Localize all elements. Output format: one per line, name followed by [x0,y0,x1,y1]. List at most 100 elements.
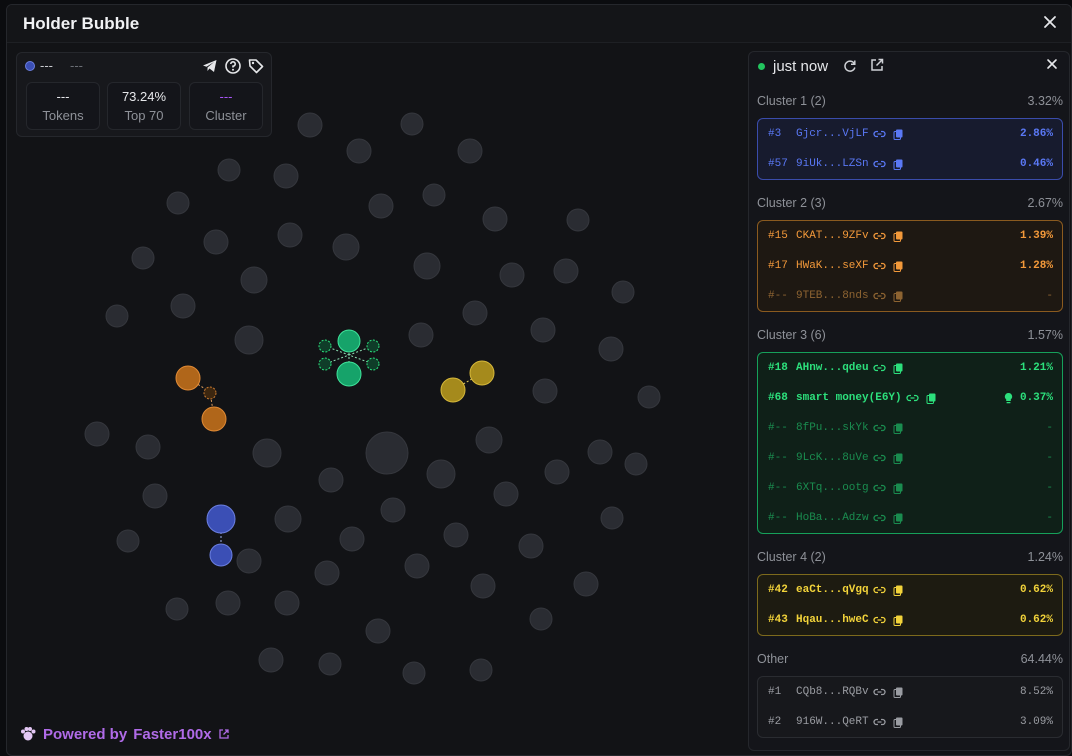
help-icon[interactable] [224,57,242,75]
holder-bubble[interactable] [380,497,406,523]
holder-address[interactable]: HoBa...Adzw [796,512,869,524]
holder-bubble[interactable] [215,590,241,616]
refresh-button[interactable] [842,58,858,74]
holder-bubble[interactable] [443,522,469,548]
holder-bubble[interactable] [529,607,553,631]
holder-bubble[interactable] [611,280,635,304]
holder-row[interactable]: #15 CKAT...9ZFv 1.39% [758,221,1062,251]
holder-bubble[interactable] [422,183,446,207]
holder-row[interactable]: #18 AHnw...qdeu 1.21% [758,353,1062,383]
link-icon[interactable] [873,362,886,374]
holder-bubble[interactable] [365,431,409,475]
link-icon[interactable] [873,614,886,626]
holder-bubble[interactable] [365,618,391,644]
copy-icon[interactable] [892,422,905,434]
holder-bubble[interactable] [426,459,456,489]
holder-bubble[interactable] [402,661,426,685]
holder-bubble[interactable] [413,252,441,280]
link-icon[interactable] [873,290,886,302]
holder-bubble[interactable] [135,434,161,460]
holder-bubble[interactable] [277,222,303,248]
holder-bubble[interactable] [297,112,323,138]
holder-bubble[interactable] [532,378,558,404]
holder-row[interactable]: #-- 6XTq...ootg - [758,473,1062,503]
copy-icon[interactable] [892,452,905,464]
holder-address[interactable]: 8fPu...skYk [796,422,869,434]
holder-bubble[interactable] [368,193,394,219]
holder-bubble[interactable] [234,325,264,355]
holder-bubble[interactable] [518,533,544,559]
holder-bubble[interactable] [170,293,196,319]
copy-icon[interactable] [892,230,905,242]
holder-bubble[interactable] [252,438,282,468]
cluster-2-bubbles[interactable] [175,365,227,432]
link-icon[interactable] [873,716,886,728]
holder-bubble[interactable] [404,553,430,579]
link-icon[interactable] [873,128,886,140]
close-panel-button[interactable] [1043,55,1061,78]
holder-bubble[interactable] [273,163,299,189]
link-icon[interactable] [873,512,886,524]
holder-row[interactable]: #42 eaCt...qVgq 0.62% [758,575,1062,605]
holder-address[interactable]: HWaK...seXF [796,260,869,272]
holder-bubble[interactable] [318,652,342,676]
copy-icon[interactable] [925,392,938,404]
holder-bubble[interactable] [314,560,340,586]
holder-row[interactable]: #57 9iUk...LZSn 0.46% [758,149,1062,179]
holder-bubble[interactable] [544,459,570,485]
holder-bubble[interactable] [131,246,155,270]
cluster-4-bubbles[interactable] [440,360,495,403]
holder-bubble[interactable] [408,322,434,348]
holder-bubble[interactable] [203,229,229,255]
copy-icon[interactable] [892,614,905,626]
holder-address[interactable]: AHnw...qdeu [796,362,869,374]
holder-address[interactable]: smart money(E6Y) [796,392,902,404]
holder-row[interactable]: #-- 9LcK...8uVe - [758,443,1062,473]
holder-bubble[interactable] [116,529,140,553]
copy-icon[interactable] [892,686,905,698]
link-icon[interactable] [906,392,919,404]
holder-bubble[interactable] [530,317,556,343]
holder-address[interactable]: 9TEB...8nds [796,290,869,302]
powered-by-link[interactable]: Powered by Faster100x [19,725,230,743]
holder-bubble[interactable] [462,300,488,326]
holder-address[interactable]: CQb8...RQBv [796,686,869,698]
holder-bubble[interactable] [553,258,579,284]
holder-bubble[interactable] [84,421,110,447]
link-icon[interactable] [873,230,886,242]
holder-bubble[interactable] [457,138,483,164]
holder-bubble[interactable] [339,526,365,552]
holder-bubble[interactable] [600,506,624,530]
copy-icon[interactable] [892,158,905,170]
holder-address[interactable]: eaCt...qVgq [796,584,869,596]
copy-icon[interactable] [892,512,905,524]
holder-row[interactable]: #-- 9TEB...8nds - [758,281,1062,311]
link-icon[interactable] [873,584,886,596]
copy-icon[interactable] [892,260,905,272]
holder-bubble[interactable] [493,481,519,507]
holder-bubble[interactable] [469,658,493,682]
holder-bubble[interactable] [598,336,624,362]
copy-icon[interactable] [892,482,905,494]
holder-bubble[interactable] [274,590,300,616]
holder-row[interactable]: #-- 8fPu...skYk - [758,413,1062,443]
close-modal-button[interactable] [1039,11,1061,33]
copy-icon[interactable] [892,128,905,140]
link-icon[interactable] [873,260,886,272]
bubble-map[interactable] [7,43,747,755]
telegram-icon[interactable] [201,57,219,75]
holder-bubble[interactable] [274,505,302,533]
copy-icon[interactable] [892,290,905,302]
holder-row[interactable]: #-- HoBa...Adzw - [758,503,1062,533]
holder-row[interactable]: #17 HWaK...seXF 1.28% [758,251,1062,281]
holder-bubble[interactable] [587,439,613,465]
holder-bubble[interactable] [475,426,503,454]
holder-address[interactable]: 9iUk...LZSn [796,158,869,170]
holder-row[interactable]: #2 916W...QeRT 3.09% [758,707,1062,737]
holder-address[interactable]: CKAT...9ZFv [796,230,869,242]
holder-row[interactable]: #68 smart money(E6Y) 0.37% [758,383,1062,413]
holder-row[interactable]: #3 Gjcr...VjLF 2.86% [758,119,1062,149]
holder-bubble[interactable] [166,191,190,215]
link-icon[interactable] [873,686,886,698]
holder-address[interactable]: Gjcr...VjLF [796,128,869,140]
